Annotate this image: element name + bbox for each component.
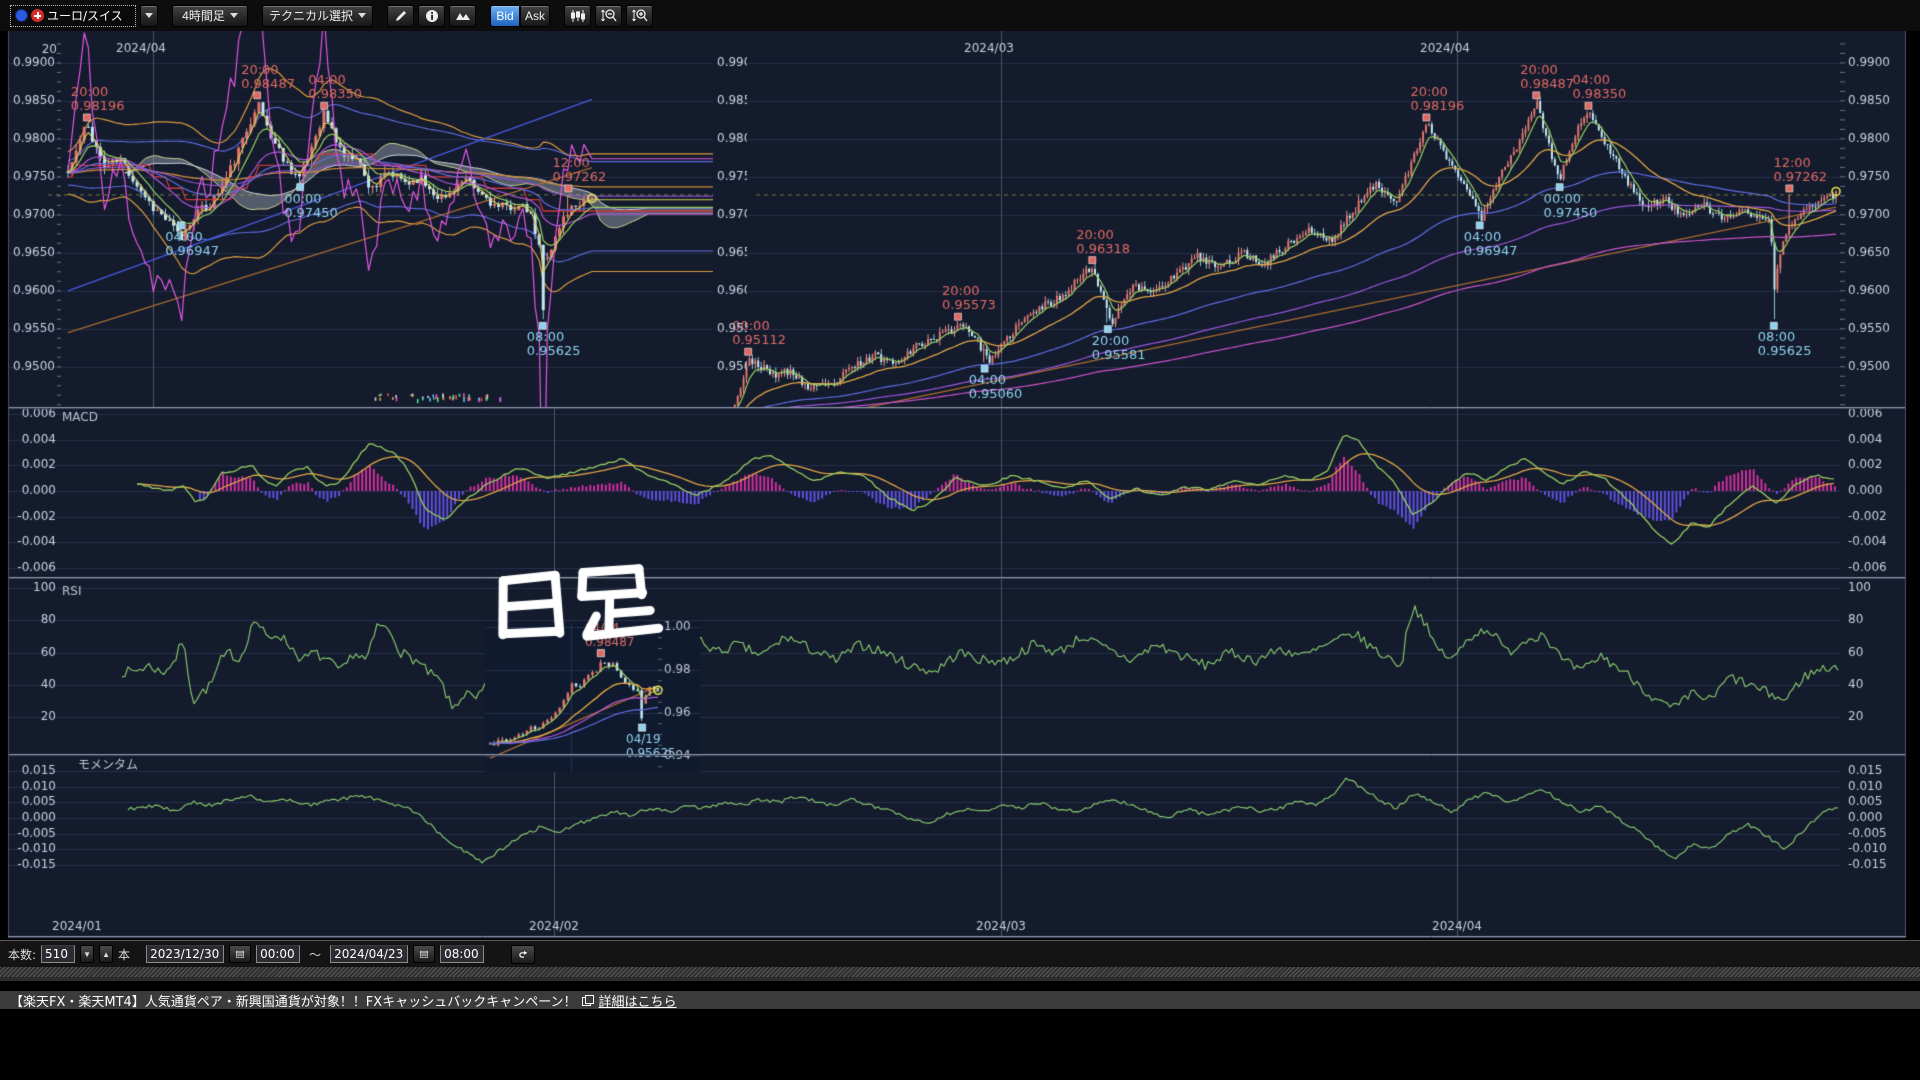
time-to-input[interactable] — [440, 945, 484, 963]
candlestick-display-button[interactable] — [564, 5, 591, 27]
trading-app-window: ユーロ/スイス 4時間足 テクニカル選択 — [0, 0, 1920, 1080]
campaign-message: 【楽天FX・楽天MT4】人気通貨ペア・新興国通貨が対象！！FXキャッシュバックキ… — [10, 991, 577, 1010]
bottom-control-bar: 本数: ▼ ▲ 本 ～ — [8, 943, 535, 965]
pair-dropdown-button[interactable] — [140, 5, 158, 27]
date-from-calendar-button[interactable] — [229, 945, 251, 963]
calendar-icon — [420, 948, 428, 960]
ask-label: Ask — [525, 9, 545, 23]
candlestick-icon — [570, 9, 586, 23]
chart-canvas[interactable] — [0, 0, 1920, 1080]
date-to-input[interactable] — [330, 945, 408, 963]
texture-strip — [0, 967, 1920, 977]
chevron-down-icon — [358, 13, 366, 18]
timeframe-select[interactable]: 4時間足 — [172, 5, 248, 27]
vertical-zoom-in-icon — [632, 8, 648, 23]
calendar-icon — [236, 948, 244, 960]
chevron-down-icon — [230, 13, 238, 18]
range-separator: ～ — [309, 946, 321, 963]
bar-count-label: 本数: — [8, 946, 36, 963]
info-icon — [425, 9, 439, 23]
swiss-flag-icon — [31, 9, 44, 22]
vertical-zoom-in-button[interactable] — [626, 5, 653, 27]
currency-pair-label: ユーロ/スイス — [47, 7, 123, 24]
technical-label: テクニカル選択 — [269, 7, 353, 24]
details-link[interactable]: 詳細はこちら — [599, 991, 677, 1010]
chevron-down-icon — [145, 13, 153, 18]
timeframe-label: 4時間足 — [182, 7, 225, 24]
count-spinner-up[interactable]: ▲ — [99, 945, 113, 963]
draw-pencil-button[interactable] — [387, 5, 414, 27]
date-from-input[interactable] — [146, 945, 224, 963]
currency-pair-selector[interactable]: ユーロ/スイス — [10, 5, 136, 27]
bid-button[interactable]: Bid — [490, 5, 520, 27]
bid-label: Bid — [496, 9, 513, 23]
status-bar: 【楽天FX・楽天MT4】人気通貨ペア・新興国通貨が対象！！FXキャッシュバックキ… — [0, 991, 1920, 1009]
info-button[interactable] — [418, 5, 445, 27]
texture-strip-shadow — [0, 977, 1920, 981]
return-arrow-icon — [518, 948, 528, 961]
refresh-return-button[interactable] — [511, 945, 535, 964]
vertical-zoom-out-icon — [601, 8, 617, 23]
toolbar: ユーロ/スイス 4時間足 テクニカル選択 — [10, 3, 653, 28]
ask-button[interactable]: Ask — [520, 5, 550, 27]
bar-count-input[interactable] — [41, 945, 75, 963]
vertical-zoom-out-button[interactable] — [595, 5, 622, 27]
time-from-input[interactable] — [256, 945, 300, 963]
area-chart-button[interactable] — [449, 5, 476, 27]
date-to-calendar-button[interactable] — [413, 945, 435, 963]
popup-window-icon — [582, 995, 594, 1006]
technical-select[interactable]: テクニカル選択 — [262, 5, 373, 27]
bar-unit-label: 本 — [118, 946, 130, 963]
pencil-icon — [394, 9, 408, 23]
count-spinner-down[interactable]: ▼ — [80, 945, 94, 963]
mountain-icon — [455, 9, 471, 23]
eu-flag-icon — [15, 9, 28, 22]
